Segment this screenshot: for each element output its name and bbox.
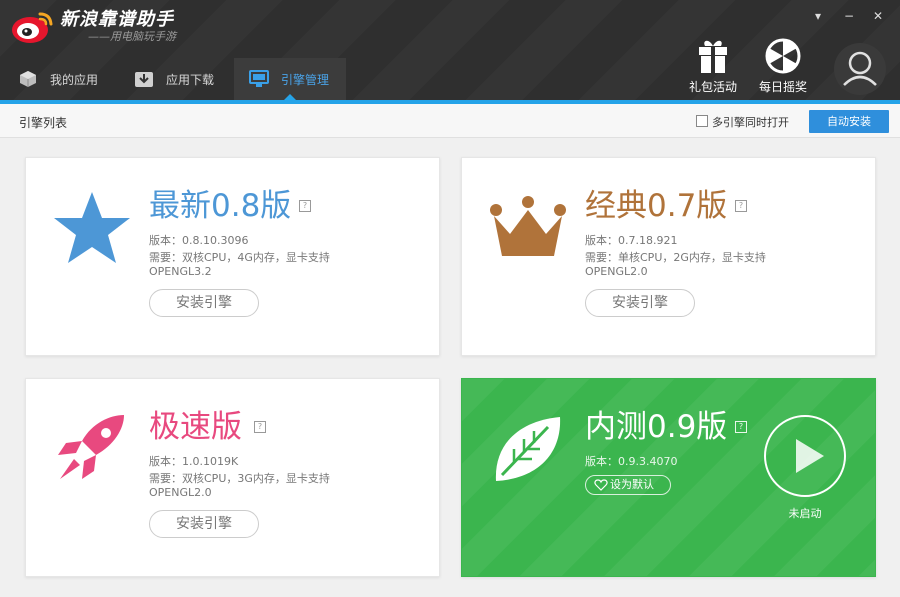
install-engine-button[interactable]: 安装引擎 [149, 289, 259, 317]
cube-icon [18, 69, 38, 89]
lottery-label: 每日摇奖 [758, 80, 807, 94]
engine-requirement: 需要：双核CPU，4G内存，显卡支持 [149, 251, 330, 264]
rocket-icon [52, 409, 132, 489]
install-engine-button[interactable]: 安装引擎 [585, 289, 695, 317]
engine-title: 最新0.8版 [149, 188, 292, 224]
play-icon [796, 439, 824, 473]
weibo-logo-icon [10, 6, 56, 46]
tab-label: 应用下载 [166, 72, 215, 87]
crown-icon [488, 188, 568, 268]
engine-card-classic: 经典0.7版 ? 版本：0.7.18.921 需要：单核CPU，2G内存，显卡支… [461, 157, 876, 356]
set-default-label: 设为默认 [610, 478, 654, 491]
minimize-icon[interactable]: − [841, 8, 857, 24]
lottery-wheel-icon [765, 38, 801, 74]
engine-requirement-gl: OPENGL2.0 [149, 486, 212, 499]
tab-label: 引擎管理 [281, 72, 330, 87]
tab-label: 我的应用 [50, 72, 99, 87]
engine-list-toolbar: 引擎列表 多引擎同时打开 自动安装 [0, 104, 900, 138]
set-default-button[interactable]: 设为默认 [585, 475, 671, 495]
help-icon[interactable]: ? [735, 421, 747, 433]
engine-status-label: 未启动 [788, 507, 822, 520]
engine-card-beta: 内测0.9版 ? 版本：0.9.3.4070 设为默认 未启动 [461, 378, 876, 577]
help-icon[interactable]: ? [735, 200, 747, 212]
tab-app-download[interactable]: 应用下载 [134, 58, 234, 100]
engine-title: 内测0.9版 [585, 409, 728, 445]
gift-icon [699, 40, 727, 73]
star-icon [52, 188, 132, 268]
close-icon[interactable]: ✕ [870, 8, 886, 24]
multi-engine-checkbox[interactable] [696, 115, 708, 127]
menu-dropdown-icon[interactable]: ▾ [810, 8, 826, 24]
daily-lottery-button[interactable]: 每日摇奖 [753, 38, 813, 95]
engine-version: 版本：0.9.3.4070 [585, 455, 678, 468]
engine-requirement: 需要：单核CPU，2G内存，显卡支持 [585, 251, 766, 264]
auto-install-button[interactable]: 自动安装 [809, 110, 889, 133]
engine-version: 版本：1.0.1019K [149, 455, 239, 468]
user-avatar-icon[interactable] [834, 43, 886, 95]
engine-requirement-gl: OPENGL3.2 [149, 265, 212, 278]
engine-version: 版本：0.7.18.921 [585, 234, 678, 247]
heart-icon [594, 478, 608, 492]
gift-label: 礼包活动 [688, 80, 737, 94]
gift-activity-button[interactable]: 礼包活动 [683, 38, 743, 95]
title-bar: 新浪靠谱助手 ——用电脑玩手游 ▾ − ✕ 我的应用 应用下载 引擎管理 礼包活… [0, 0, 900, 100]
help-icon[interactable]: ? [254, 421, 266, 433]
engine-card-latest: 最新0.8版 ? 版本：0.8.10.3096 需要：双核CPU，4G内存，显卡… [25, 157, 440, 356]
tab-my-apps[interactable]: 我的应用 [18, 58, 118, 100]
engine-list-title: 引擎列表 [19, 116, 68, 130]
install-engine-button[interactable]: 安装引擎 [149, 510, 259, 538]
multi-engine-label[interactable]: 多引擎同时打开 [712, 114, 789, 130]
help-icon[interactable]: ? [299, 200, 311, 212]
engine-title: 极速版 [149, 409, 242, 445]
engine-version: 版本：0.8.10.3096 [149, 234, 249, 247]
launch-engine-button[interactable] [764, 415, 846, 497]
engine-card-speed: 极速版 ? 版本：1.0.1019K 需要：双核CPU，3G内存，显卡支持 OP… [25, 378, 440, 577]
engine-requirement: 需要：双核CPU，3G内存，显卡支持 [149, 472, 330, 485]
app-subtitle: ——用电脑玩手游 [88, 30, 176, 43]
leaf-icon [488, 409, 568, 489]
engine-title: 经典0.7版 [585, 188, 728, 224]
monitor-icon [249, 69, 269, 89]
download-box-icon [134, 69, 154, 89]
engine-requirement-gl: OPENGL2.0 [585, 265, 648, 278]
